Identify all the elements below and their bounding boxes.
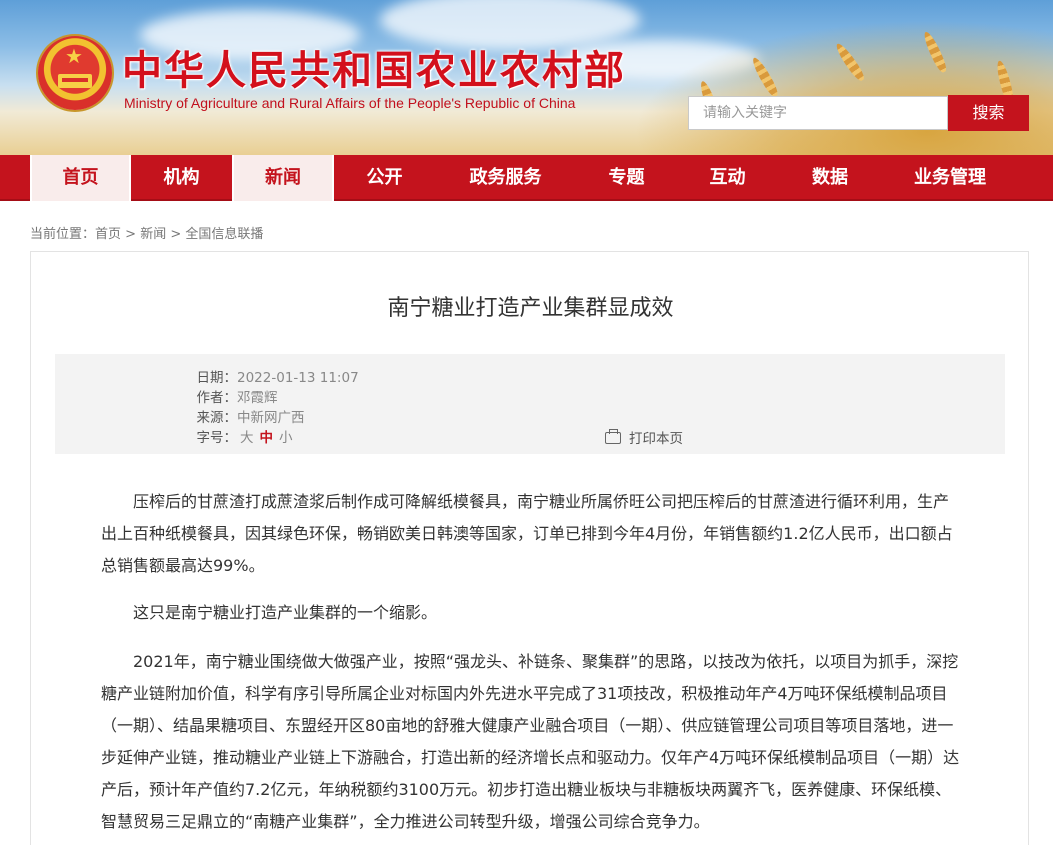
font-size-medium-link[interactable]: 中 [260,430,274,446]
site-subtitle: Ministry of Agriculture and Rural Affair… [124,95,576,111]
meta-size-label: 字号： [196,430,238,446]
meta-source: 来源：中新网广西 [155,406,305,426]
nav-item-topics[interactable]: 专题 [576,155,677,201]
nav-item-public[interactable]: 公开 [334,155,435,201]
header-banner: ★ 中华人民共和国农业农村部 Ministry of Agriculture a… [0,0,1053,155]
meta-source-label: 来源： [196,410,238,426]
breadcrumb-home[interactable]: 首页 [95,227,121,242]
nav-item-interaction[interactable]: 互动 [677,155,778,201]
meta-author: 作者：邓霞辉 [155,386,278,406]
meta-source-value: 中新网广西 [237,410,305,426]
nav-item-home[interactable]: 首页 [30,155,131,201]
wheat-field-decoration [633,20,1053,155]
font-size-small-link[interactable]: 小 [279,430,293,446]
article-paragraph: 2021年，南宁糖业围绕做大做强产业，按照“强龙头、补链条、聚集群”的思路，以技… [101,652,960,831]
breadcrumb: 当前位置：首页 > 新闻 > 全国信息联播 [30,223,263,242]
article-title: 南宁糖业打造产业集群显成效 [387,296,674,321]
national-emblem-icon[interactable]: ★ [38,36,112,110]
meta-date-label: 日期： [196,370,238,386]
breadcrumb-channel[interactable]: 全国信息联播 [185,227,263,242]
meta-author-label: 作者： [196,390,238,406]
meta-author-value: 邓霞辉 [237,390,278,406]
article-meta: 日期：2022-01-13 11:07 作者：邓霞辉 来源：中新网广西 字号：大… [55,354,1005,454]
main-nav: 首页 机构 新闻 公开 政务服务 专题 互动 数据 业务管理 [0,155,1053,201]
nav-item-gov-services[interactable]: 政务服务 [435,155,576,201]
nav-item-news[interactable]: 新闻 [232,155,334,201]
search-button[interactable]: 搜索 [948,95,1029,131]
nav-item-data[interactable]: 数据 [778,155,882,201]
site-title[interactable]: 中华人民共和国农业农村部 [122,38,626,96]
nav-item-organization[interactable]: 机构 [131,155,232,201]
breadcrumb-separator: > [121,227,141,242]
meta-date-value: 2022-01-13 11:07 [237,370,359,386]
font-size-large-link[interactable]: 大 [240,430,254,446]
breadcrumb-news[interactable]: 新闻 [140,227,166,242]
print-label: 打印本页 [629,431,683,447]
breadcrumb-separator: > [166,227,186,242]
meta-date: 日期：2022-01-13 11:07 [155,366,359,386]
nav-item-business[interactable]: 业务管理 [882,155,1018,201]
printer-icon [605,429,621,444]
search-input[interactable]: 请输入关键字 [688,96,948,130]
article-card: 南宁糖业打造产业集群显成效 日期：2022-01-13 11:07 作者：邓霞辉… [30,251,1029,845]
article-paragraph: 这只是南宁糖业打造产业集群的一个缩影。 [133,603,438,622]
breadcrumb-prefix: 当前位置： [30,227,96,242]
print-button[interactable]: 打印本页 [605,427,683,447]
meta-font-size: 字号：大中小 [155,426,296,446]
article-paragraph: 压榨后的甘蔗渣打成蔗渣浆后制作成可降解纸模餐具，南宁糖业所属侨旺公司把压榨后的甘… [101,492,953,575]
